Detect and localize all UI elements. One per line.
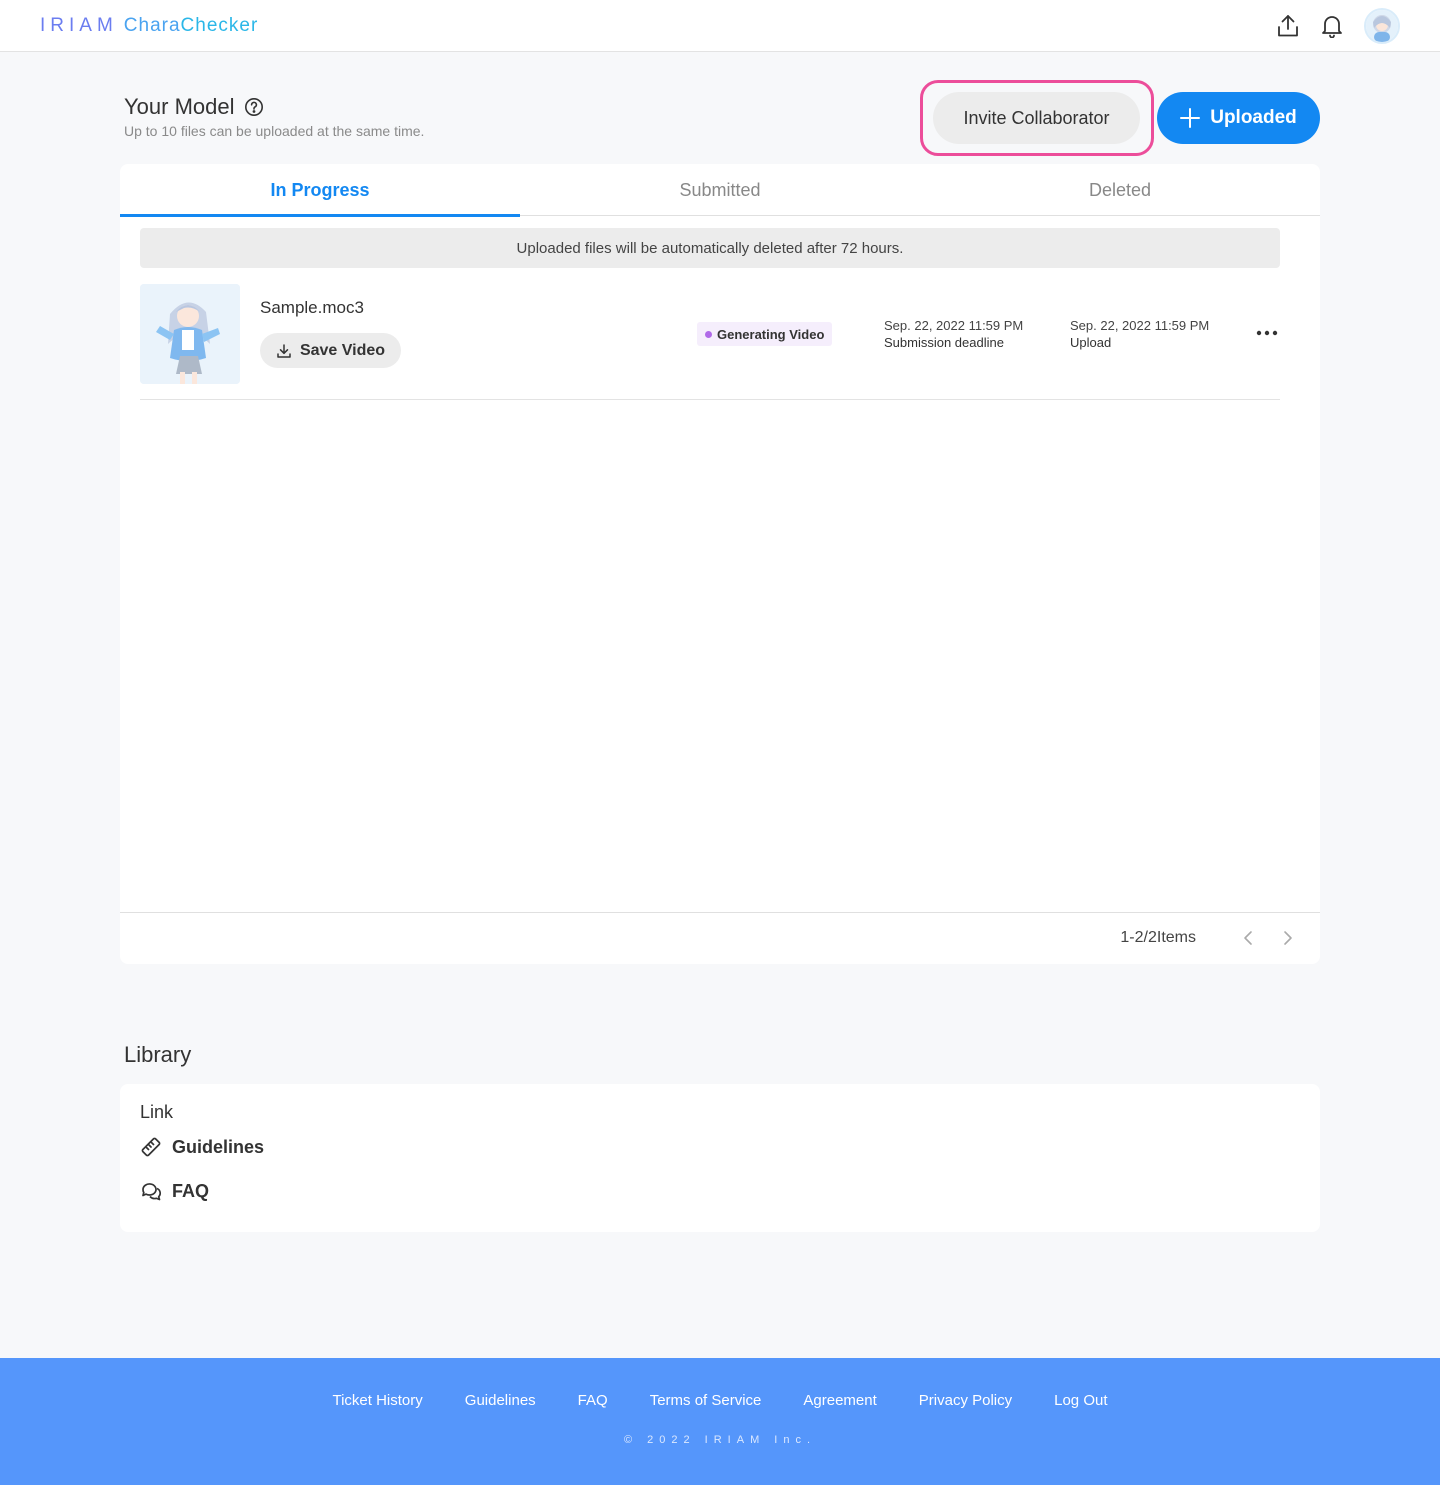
deletion-notice: Uploaded files will be automatically del…: [140, 228, 1280, 268]
avatar[interactable]: [1364, 8, 1400, 44]
footer-link-ticket-history[interactable]: Ticket History: [332, 1392, 422, 1409]
bell-icon[interactable]: [1320, 14, 1344, 38]
save-video-label: Save Video: [299, 341, 386, 359]
pagination: 1-2/2Items: [120, 912, 1320, 964]
help-icon[interactable]: [244, 97, 264, 117]
tab-in-progress[interactable]: In Progress: [120, 164, 520, 217]
download-icon: [277, 343, 291, 358]
invite-collaborator-button[interactable]: Invite Collaborator: [933, 92, 1140, 144]
more-options-icon[interactable]: [1254, 320, 1280, 346]
chevron-left-icon[interactable]: [1238, 927, 1258, 949]
library-link-heading: Link: [140, 1102, 174, 1122]
list-item: Sample.moc3 Save Video Generating Video …: [140, 284, 1280, 400]
file-name[interactable]: Sample.moc3: [260, 298, 364, 318]
footer-link-logout[interactable]: Log Out: [1054, 1392, 1107, 1409]
tab-deleted[interactable]: Deleted: [920, 164, 1320, 216]
top-bar: IRIAM CharaChecker: [0, 0, 1440, 52]
copyright: © 2022 IRIAM Inc.: [623, 1434, 817, 1446]
library-link-guidelines[interactable]: Guidelines: [140, 1136, 264, 1158]
faq-label: FAQ: [172, 1180, 210, 1201]
footer-link-faq[interactable]: FAQ: [578, 1392, 608, 1409]
footer-link-terms[interactable]: Terms of Service: [650, 1392, 762, 1409]
status-text: Generating Video: [717, 326, 825, 342]
ruler-icon: [141, 1137, 161, 1157]
status-dot: [705, 330, 712, 338]
header-actions: [1276, 8, 1400, 44]
library-title: Library: [124, 1042, 192, 1067]
model-list-card: In Progress Submitted Deleted Uploaded f…: [120, 164, 1320, 964]
library-link-faq[interactable]: FAQ: [140, 1180, 209, 1202]
footer: Ticket History Guidelines FAQ Terms of S…: [0, 1358, 1440, 1485]
footer-link-privacy[interactable]: Privacy Policy: [919, 1392, 1012, 1409]
upload-button[interactable]: Uploaded: [1157, 92, 1320, 144]
chevron-right-icon[interactable]: [1278, 927, 1298, 949]
footer-link-agreement[interactable]: Agreement: [803, 1392, 876, 1409]
chat-bubbles-icon: [142, 1183, 161, 1201]
pagination-count: 1-2/2Items: [1120, 929, 1196, 946]
upload-date: Sep. 22, 2022 11:59 PM: [1070, 318, 1210, 333]
deadline-label: Submission deadline: [884, 335, 1004, 350]
logo-checker: Checker: [180, 15, 259, 36]
upload-label: Upload: [1070, 335, 1112, 350]
plus-icon: [1180, 108, 1201, 128]
guidelines-label: Guidelines: [172, 1136, 265, 1157]
page-title: Your Model: [124, 94, 264, 120]
page-subtitle: Up to 10 files can be uploaded at the sa…: [124, 123, 425, 139]
upload-button-label: Uploaded: [1210, 107, 1297, 128]
model-thumbnail[interactable]: [140, 284, 240, 384]
logo-iriam: IRIAM: [40, 15, 118, 36]
footer-links: Ticket History Guidelines FAQ Terms of S…: [0, 1392, 1440, 1409]
upload-icon[interactable]: [1276, 14, 1300, 38]
deadline-date: Sep. 22, 2022 11:59 PM: [884, 318, 1024, 333]
upload-info: Sep. 22, 2022 11:59 PM Upload: [1070, 317, 1209, 351]
app-logo[interactable]: IRIAM CharaChecker: [40, 15, 258, 37]
tab-submitted[interactable]: Submitted: [520, 164, 920, 216]
deadline-info: Sep. 22, 2022 11:59 PM Submission deadli…: [884, 317, 1023, 351]
status-tabs: In Progress Submitted Deleted: [120, 164, 1320, 217]
status-badge: Generating Video: [697, 322, 833, 346]
page-title-text: Your Model: [124, 94, 235, 119]
logo-chara: Chara: [123, 15, 181, 36]
save-video-button[interactable]: Save Video: [260, 333, 401, 368]
library-card: Link Guidelines FAQ: [120, 1084, 1320, 1232]
footer-link-guidelines[interactable]: Guidelines: [465, 1392, 536, 1409]
